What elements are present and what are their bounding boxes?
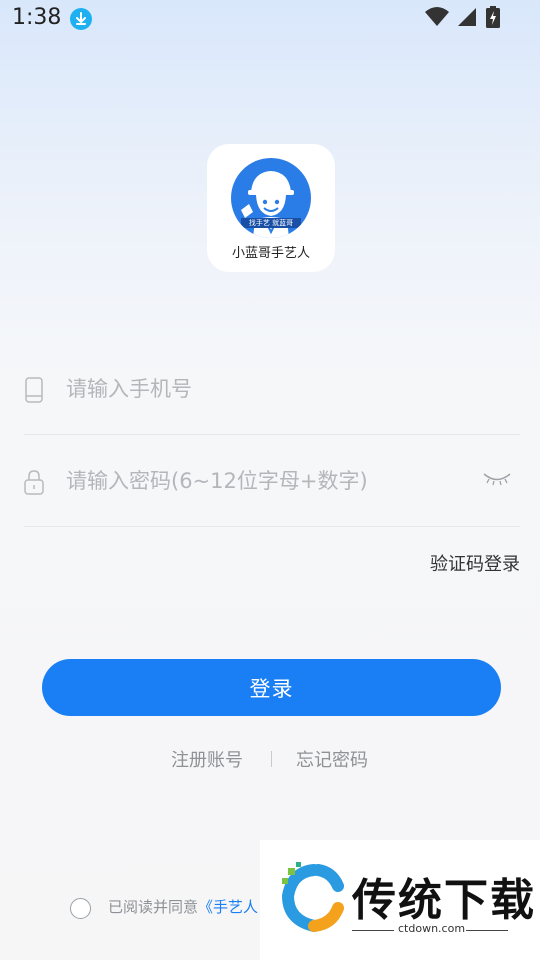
sms-login-link[interactable]: 验证码登录 bbox=[430, 550, 520, 576]
password-field-row bbox=[24, 435, 520, 527]
agreement-radio[interactable] bbox=[70, 898, 91, 919]
battery-charging-icon bbox=[486, 6, 500, 28]
watermark-title: 传统下载 bbox=[352, 875, 536, 926]
logo-caption: 小蓝哥手艺人 bbox=[231, 246, 310, 261]
phone-field-row bbox=[24, 343, 520, 435]
app-logo: 找手艺 就蓝哥 小蓝哥手艺人 bbox=[207, 144, 335, 272]
status-icons bbox=[420, 6, 500, 28]
lock-icon bbox=[24, 470, 44, 495]
phone-input[interactable] bbox=[66, 369, 466, 409]
logo-badge-text: 找手艺 就蓝哥 bbox=[241, 218, 301, 228]
status-bar: 1:38 bbox=[0, 0, 540, 38]
password-input[interactable] bbox=[66, 461, 466, 501]
watermark: 传统下载 ctdown.com bbox=[260, 840, 540, 960]
register-link[interactable]: 注册账号 bbox=[171, 746, 243, 772]
eye-closed-icon[interactable] bbox=[482, 471, 512, 487]
watermark-logo-icon bbox=[281, 862, 344, 932]
login-button[interactable]: 登录 bbox=[42, 659, 501, 716]
logo-mascot-image: 找手艺 就蓝哥 bbox=[231, 158, 311, 238]
signal-icon bbox=[458, 8, 476, 26]
link-divider bbox=[271, 751, 272, 767]
agreement-link[interactable]: 《手艺人 bbox=[198, 898, 258, 916]
status-time: 1:38 bbox=[12, 5, 62, 30]
watermark-rule-right bbox=[466, 930, 508, 931]
account-links: 注册账号 忘记密码 bbox=[0, 746, 540, 772]
watermark-url: ctdown.com bbox=[398, 922, 466, 935]
forgot-password-link[interactable]: 忘记密码 bbox=[296, 746, 368, 772]
download-icon bbox=[70, 8, 92, 30]
agreement-text: 已阅读并同意《手艺人 bbox=[108, 896, 258, 917]
watermark-rule-left bbox=[352, 930, 394, 931]
phone-icon bbox=[25, 377, 43, 403]
wifi-icon bbox=[425, 7, 449, 26]
agreement-prefix: 已阅读并同意 bbox=[108, 898, 199, 916]
